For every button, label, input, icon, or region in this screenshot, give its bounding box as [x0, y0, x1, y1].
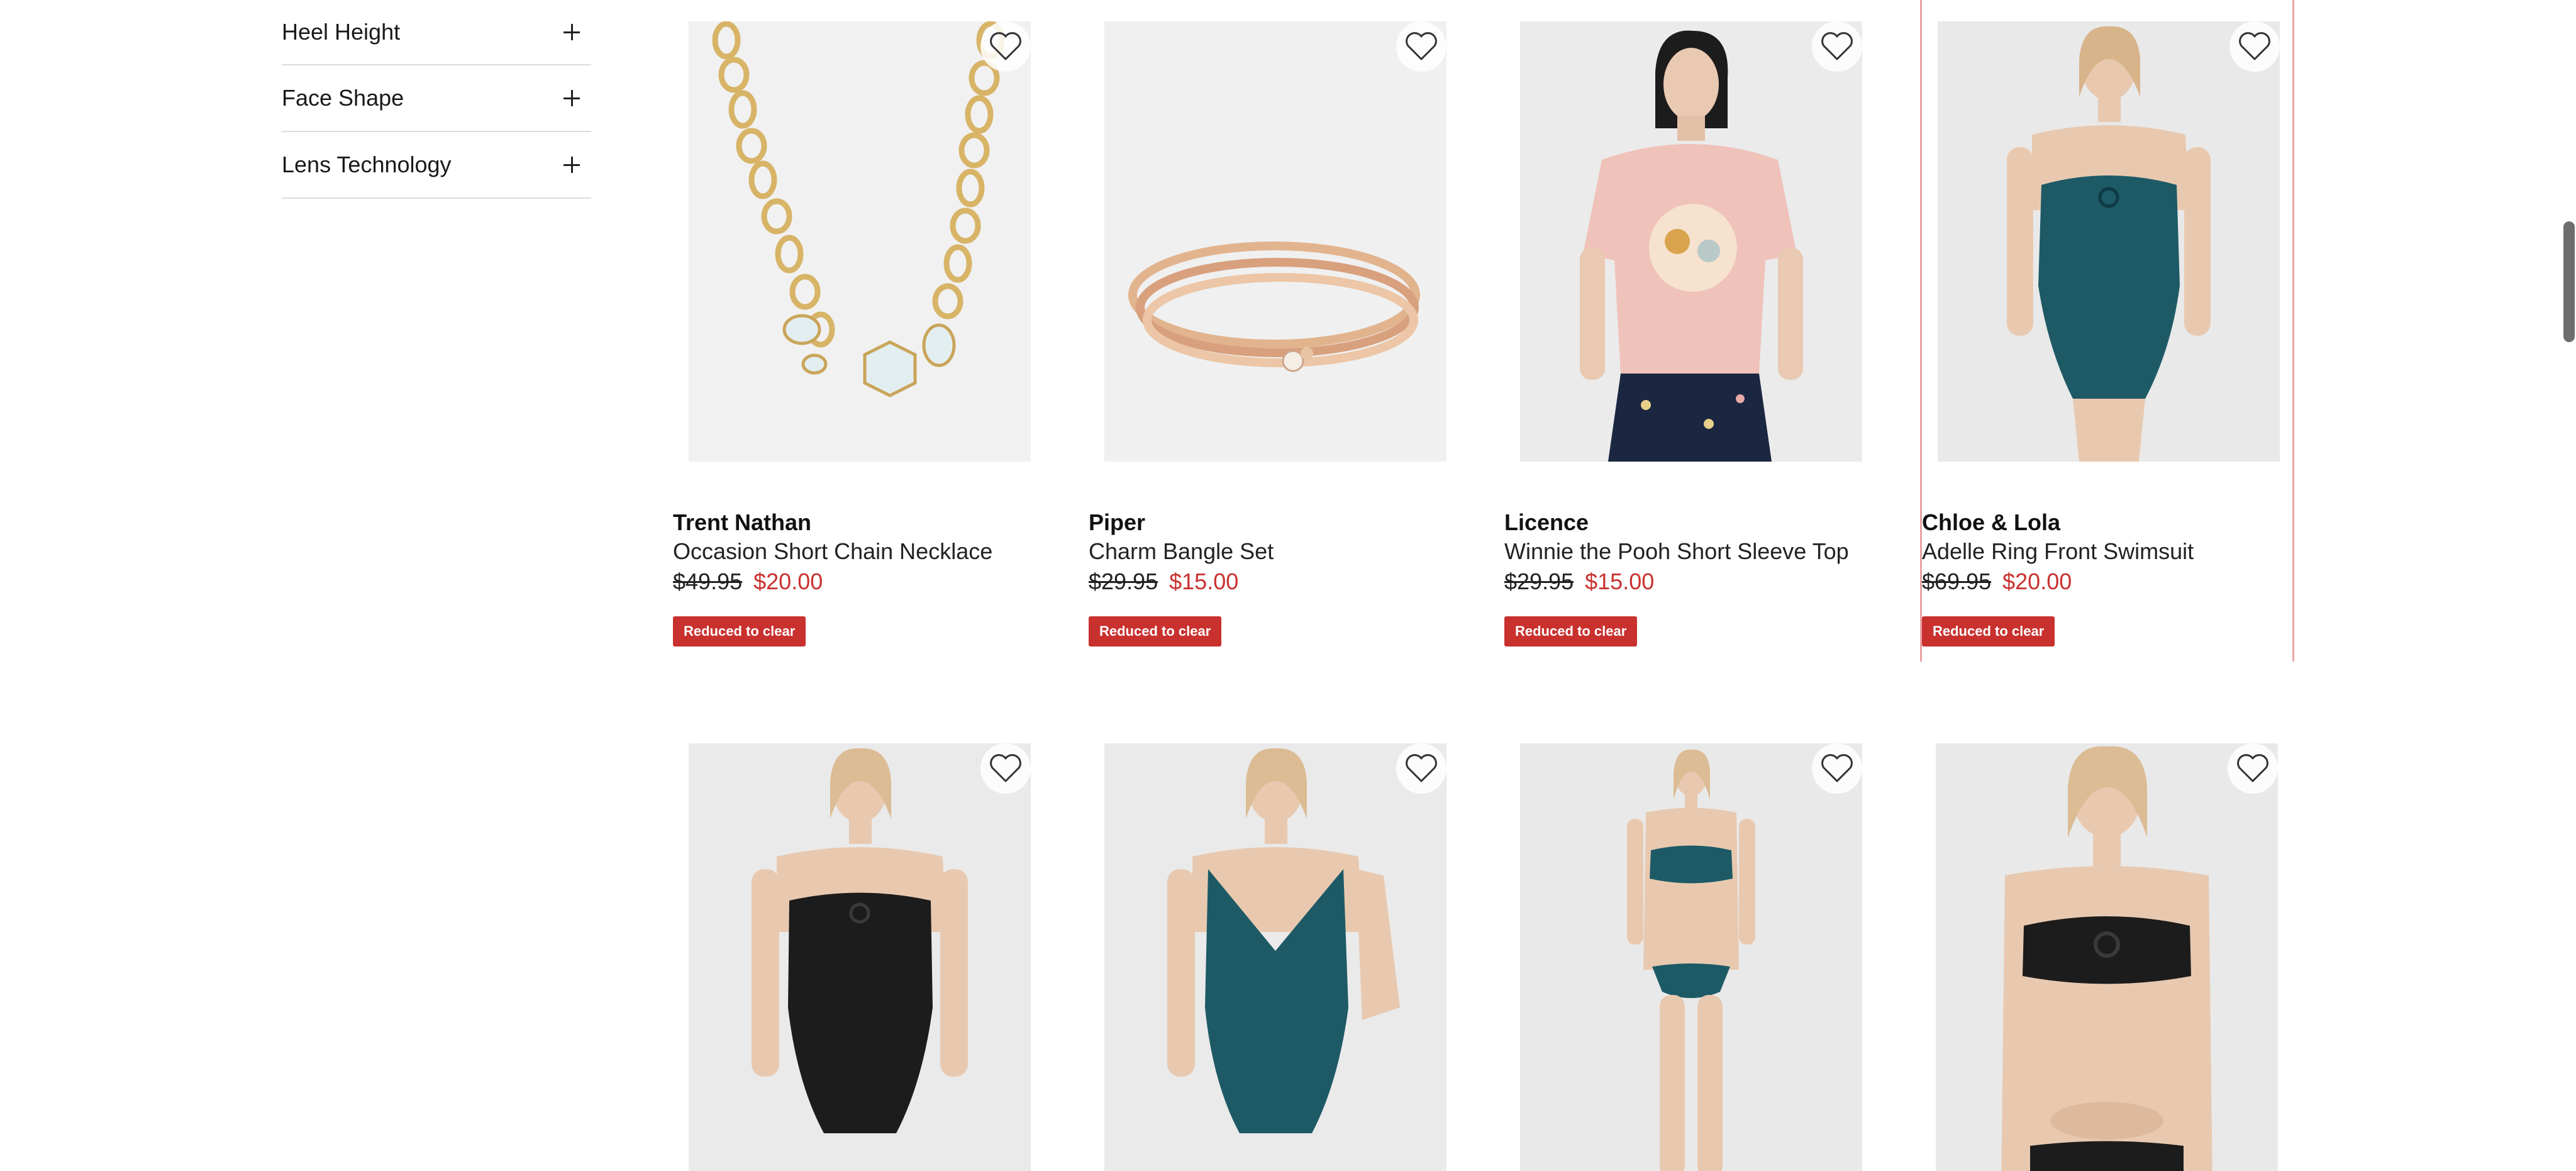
plus-icon[interactable]: [564, 24, 580, 40]
sale-price: $15.00: [1169, 569, 1239, 594]
filter-label: Heel Height: [282, 19, 401, 45]
sale-price: $20.00: [753, 569, 823, 594]
gold-bangle-set-image: [1128, 241, 1420, 372]
was-price: $29.95: [1504, 569, 1574, 594]
product-prices: $29.95 $15.00: [1504, 566, 1879, 597]
product-brand: Trent Nathan: [673, 509, 812, 535]
product-image[interactable]: [689, 743, 1031, 1171]
product-card[interactable]: [673, 722, 1047, 1171]
product-brand: Licence: [1504, 509, 1589, 535]
product-image[interactable]: [1520, 743, 1862, 1171]
product-prices: $49.95 $20.00: [673, 566, 1047, 597]
wishlist-button[interactable]: [2228, 743, 2278, 794]
sale-price: $20.00: [2002, 569, 2072, 594]
wishlist-button[interactable]: [980, 743, 1031, 794]
plus-icon[interactable]: [564, 157, 580, 173]
product-image[interactable]: [1520, 21, 1862, 462]
product-card[interactable]: Piper Charm Bangle Set $29.95 $15.00 Red…: [1089, 0, 1463, 662]
was-price: $49.95: [673, 569, 743, 594]
product-name[interactable]: Occasion Short Chain Necklace: [673, 537, 1047, 566]
heart-outline-icon: [990, 754, 1021, 782]
black-halter-swimsuit-image: [752, 748, 968, 1133]
filter-face-shape[interactable]: Face Shape: [282, 65, 591, 132]
wishlist-button[interactable]: [2229, 21, 2280, 72]
heart-outline-icon: [1821, 32, 1853, 60]
teal-halter-swimsuit-image: [2007, 26, 2211, 462]
gold-chain-necklace-image: [712, 21, 1005, 397]
product-image[interactable]: [1104, 21, 1446, 462]
wishlist-button[interactable]: [980, 21, 1031, 72]
teal-v-neck-swimsuit-image: [1167, 748, 1400, 1133]
teal-bikini-image: [1627, 749, 1755, 1171]
filter-heel-height[interactable]: Heel Height: [282, 0, 591, 65]
product-info: Trent Nathan Occasion Short Chain Neckla…: [673, 508, 1047, 647]
pink-pooh-tee-image: [1580, 30, 1803, 462]
product-card[interactable]: [1089, 722, 1463, 1171]
wishlist-button[interactable]: [1812, 743, 1862, 794]
was-price: $69.95: [1922, 569, 1992, 594]
product-image[interactable]: [1936, 743, 2278, 1171]
product-brand: Piper: [1089, 509, 1146, 535]
plus-icon[interactable]: [564, 90, 580, 106]
product-name[interactable]: Adelle Ring Front Swimsuit: [1922, 537, 2296, 566]
heart-outline-icon: [2239, 32, 2270, 60]
product-grid: Trent Nathan Occasion Short Chain Neckla…: [673, 0, 2296, 1171]
product-image[interactable]: [1104, 743, 1446, 1171]
filter-label: Face Shape: [282, 85, 404, 111]
heart-outline-icon: [990, 32, 1021, 60]
wishlist-button[interactable]: [1396, 743, 1446, 794]
wishlist-button[interactable]: [1396, 21, 1446, 72]
product-image[interactable]: [1938, 21, 2280, 462]
reduced-to-clear-badge: Reduced to clear: [1089, 616, 1222, 647]
product-card[interactable]: [1920, 722, 2294, 1171]
heart-outline-icon: [2237, 754, 2268, 782]
was-price: $29.95: [1089, 569, 1158, 594]
filter-sidebar: Heel Height Face Shape Lens Technology: [282, 0, 591, 199]
heart-outline-icon: [1406, 32, 1437, 60]
product-name[interactable]: Charm Bangle Set: [1089, 537, 1463, 566]
product-card[interactable]: Chloe & Lola Adelle Ring Front Swimsuit …: [1920, 0, 2294, 662]
product-brand: Chloe & Lola: [1922, 509, 2061, 535]
product-prices: $69.95 $20.00: [1922, 566, 2296, 597]
wishlist-button[interactable]: [1812, 21, 1862, 72]
product-card[interactable]: Trent Nathan Occasion Short Chain Neckla…: [673, 0, 1047, 662]
sale-price: $15.00: [1585, 569, 1655, 594]
reduced-to-clear-badge: Reduced to clear: [1504, 616, 1638, 647]
filter-lens-technology[interactable]: Lens Technology: [282, 132, 591, 199]
filter-label: Lens Technology: [282, 152, 452, 177]
reduced-to-clear-badge: Reduced to clear: [1922, 616, 2055, 647]
page-scrollbar[interactable]: [2563, 221, 2575, 342]
product-image[interactable]: [689, 21, 1031, 462]
product-name[interactable]: Winnie the Pooh Short Sleeve Top: [1504, 537, 1879, 566]
black-bikini-image: [2001, 746, 2212, 1171]
heart-outline-icon: [1821, 754, 1853, 782]
product-info: Piper Charm Bangle Set $29.95 $15.00 Red…: [1089, 508, 1463, 647]
product-info: Licence Winnie the Pooh Short Sleeve Top…: [1504, 508, 1879, 647]
heart-outline-icon: [1406, 754, 1437, 782]
product-card[interactable]: [1504, 722, 1879, 1171]
product-card[interactable]: Licence Winnie the Pooh Short Sleeve Top…: [1504, 0, 1879, 662]
product-info: Chloe & Lola Adelle Ring Front Swimsuit …: [1922, 508, 2296, 647]
reduced-to-clear-badge: Reduced to clear: [673, 616, 806, 647]
product-prices: $29.95 $15.00: [1089, 566, 1463, 597]
